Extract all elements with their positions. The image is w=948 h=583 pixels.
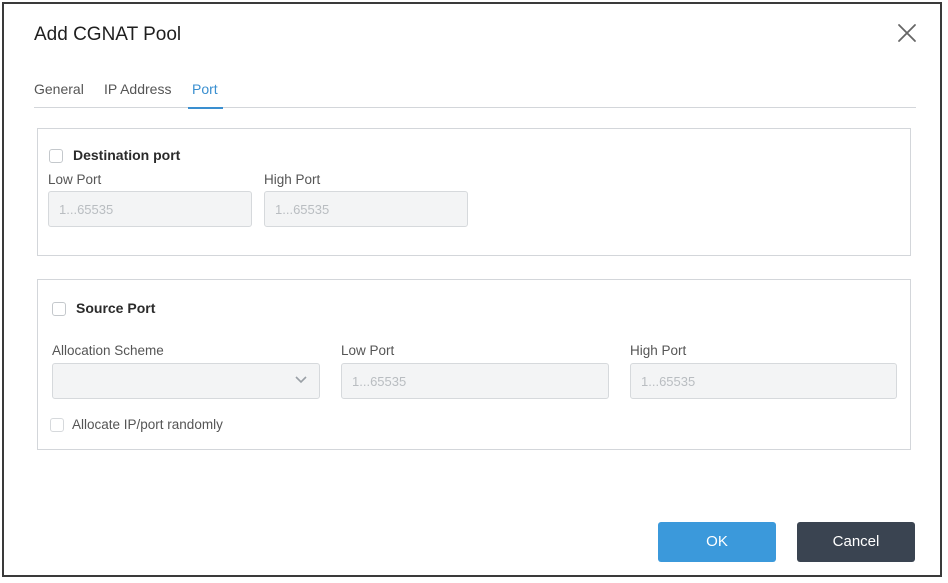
allocate-randomly-label: Allocate IP/port randomly <box>72 417 223 432</box>
source-low-port-label: Low Port <box>341 343 395 358</box>
source-high-port-input[interactable] <box>630 363 897 399</box>
tab-general[interactable]: General <box>34 81 84 107</box>
tab-port[interactable]: Port <box>188 81 223 109</box>
close-icon[interactable] <box>896 22 918 44</box>
tab-bar: General IP Address Port <box>34 78 916 109</box>
source-low-port-input[interactable] <box>341 363 609 399</box>
allocation-scheme-select[interactable] <box>52 363 320 399</box>
source-port-panel: Source Port Allocation Scheme Low Port H… <box>37 279 911 450</box>
dialog-title: Add CGNAT Pool <box>34 24 182 45</box>
add-cgnat-pool-dialog: Add CGNAT Pool General IP Address Port D… <box>2 2 942 577</box>
cancel-button[interactable]: Cancel <box>797 522 915 562</box>
destination-low-port-input[interactable] <box>48 191 252 227</box>
source-high-port-label: High Port <box>630 343 687 358</box>
destination-port-panel: Destination port Low Port High Port <box>37 128 911 256</box>
source-port-checkbox[interactable] <box>52 302 66 316</box>
destination-port-checkbox[interactable] <box>49 149 63 163</box>
destination-high-port-label: High Port <box>264 172 321 187</box>
source-port-label: Source Port <box>76 300 156 316</box>
ok-button[interactable]: OK <box>658 522 776 562</box>
destination-low-port-label: Low Port <box>48 172 102 187</box>
tab-ip-address[interactable]: IP Address <box>104 81 171 107</box>
allocation-scheme-label: Allocation Scheme <box>52 343 164 358</box>
chevron-down-icon <box>295 376 307 384</box>
destination-high-port-input[interactable] <box>264 191 468 227</box>
destination-port-label: Destination port <box>73 147 181 163</box>
allocate-randomly-checkbox[interactable] <box>50 418 64 432</box>
